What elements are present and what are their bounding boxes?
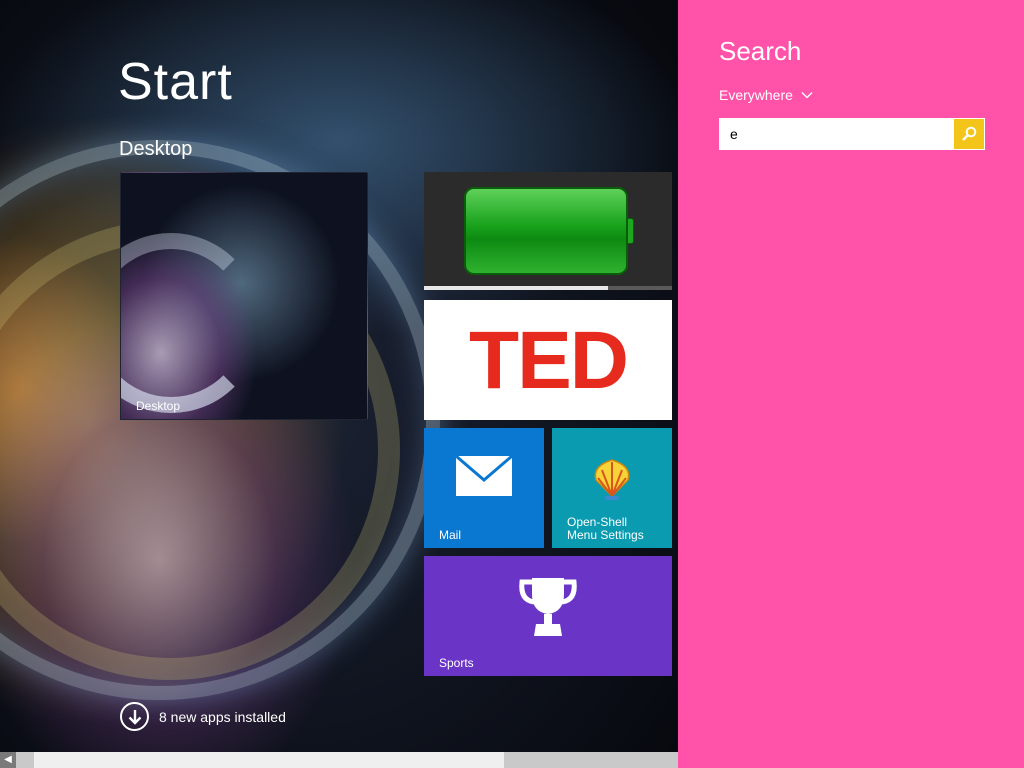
- new-apps-notice[interactable]: 8 new apps installed: [120, 702, 286, 731]
- ted-logo: TED: [469, 315, 629, 406]
- mail-envelope-icon: [456, 456, 512, 496]
- search-input[interactable]: [720, 119, 954, 149]
- tile-sports-label: Sports: [439, 656, 474, 670]
- desktop-wallpaper-thumbnail: [121, 233, 261, 413]
- trophy-icon: [519, 578, 577, 636]
- download-arrow-icon: [120, 702, 149, 731]
- search-icon: [962, 126, 977, 141]
- tile-openshell[interactable]: Open-Shell Menu Settings: [552, 428, 672, 548]
- tile-openshell-label-line2: Menu Settings: [567, 528, 644, 542]
- start-title: Start: [118, 53, 233, 111]
- tile-battery[interactable]: [424, 172, 672, 290]
- horizontal-scrollbar[interactable]: ◀: [0, 752, 678, 768]
- battery-terminal: [628, 218, 634, 244]
- tile-desktop[interactable]: Desktop: [120, 172, 368, 420]
- group-title-desktop: Desktop: [119, 138, 193, 160]
- search-button[interactable]: [954, 119, 984, 149]
- shell-icon: [594, 459, 630, 500]
- tile-openshell-label: Open-Shell Menu Settings: [567, 516, 644, 542]
- tile-openshell-label-line1: Open-Shell: [567, 515, 628, 529]
- new-apps-text: 8 new apps installed: [159, 708, 286, 725]
- scrollbar-thumb[interactable]: [34, 752, 504, 768]
- battery-icon: [464, 187, 628, 275]
- chevron-down-icon: [801, 92, 813, 99]
- tile-mail-label: Mail: [439, 528, 462, 542]
- tile-sports[interactable]: Sports: [424, 556, 672, 676]
- battery-progress-fill: [424, 286, 608, 290]
- search-box: [719, 118, 985, 150]
- search-scope-dropdown[interactable]: Everywhere: [719, 87, 813, 103]
- battery-progress-bar: [424, 286, 672, 290]
- tile-ted[interactable]: TED: [424, 300, 672, 420]
- search-title: Search: [719, 36, 802, 66]
- search-charm-pane: Search Everywhere: [678, 0, 1024, 768]
- scroll-left-icon[interactable]: ◀: [0, 752, 16, 768]
- start-screen: Start Desktop Desktop TED Mail Open-Shel…: [0, 0, 678, 768]
- tile-mail[interactable]: Mail: [424, 428, 544, 548]
- tile-desktop-label: Desktop: [136, 399, 181, 413]
- search-scope-label: Everywhere: [719, 87, 793, 103]
